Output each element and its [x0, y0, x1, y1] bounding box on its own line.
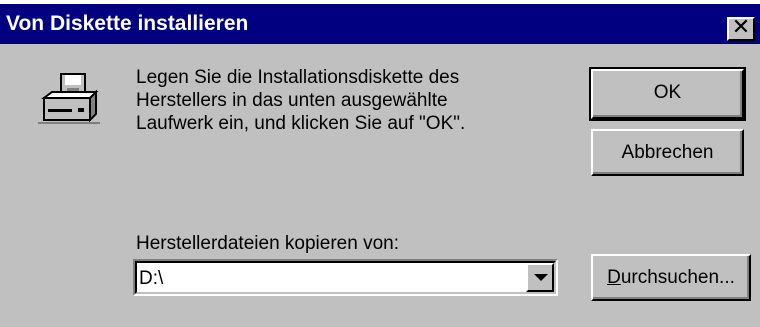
close-icon: ✕ — [731, 15, 751, 40]
title-bar[interactable]: Von Diskette installieren ✕ — [0, 4, 760, 44]
copy-from-value[interactable]: D:\ — [139, 267, 163, 290]
instruction-message: Legen Sie die Installationsdiskette des … — [136, 66, 576, 135]
dropdown-button[interactable] — [526, 263, 554, 292]
ok-button[interactable]: OK — [589, 67, 746, 121]
message-line: Laufwerk ein, und klicken Sie auf "OK". — [136, 113, 466, 134]
close-button[interactable]: ✕ — [727, 15, 755, 41]
browse-accelerator: D — [607, 267, 621, 288]
install-from-disk-dialog: Von Diskette installieren ✕ Legen Sie di… — [0, 0, 760, 327]
combobox-frame: D:\ — [135, 261, 556, 294]
message-line: Legen Sie die Installationsdiskette des — [136, 67, 460, 88]
cancel-button[interactable]: Abbrechen — [591, 129, 744, 176]
browse-label: urchsuchen... — [620, 267, 735, 288]
dialog-title: Von Diskette installieren — [6, 12, 249, 35]
browse-button[interactable]: Durchsuchen... — [591, 254, 751, 301]
chevron-down-icon — [534, 274, 548, 281]
copy-from-label: Herstellerdateien kopieren von: — [136, 233, 399, 254]
message-line: Herstellers in das unten ausgewählte — [136, 90, 448, 111]
floppy-drive-icon — [38, 73, 100, 124]
copy-from-combobox[interactable]: D:\ — [133, 259, 558, 296]
